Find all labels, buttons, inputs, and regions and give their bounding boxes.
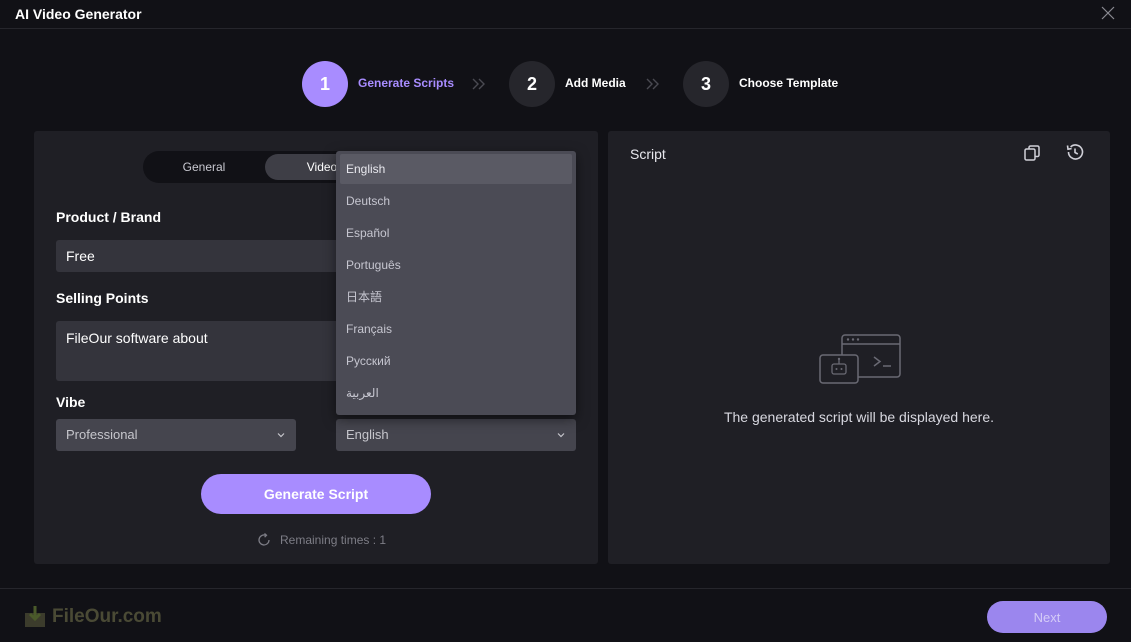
language-select[interactable]: English [336, 419, 576, 451]
watermark: FileOur.com [22, 604, 162, 630]
language-option-arabic[interactable]: العربية [340, 378, 572, 408]
chevron-down-icon [557, 433, 565, 438]
step-3-circle: 3 [683, 61, 729, 107]
remaining-times: Remaining times : 1 [256, 532, 386, 548]
close-button[interactable] [1099, 4, 1117, 22]
chevron-down-icon [277, 433, 285, 438]
watermark-text: FileOur.com [52, 606, 162, 627]
language-option-russian[interactable]: Русский [340, 346, 572, 376]
step-2-circle: 2 [509, 61, 555, 107]
selling-points-input[interactable]: FileOur software about [56, 321, 356, 381]
step-1-circle: 1 [302, 61, 348, 107]
history-button[interactable] [1064, 141, 1086, 163]
next-button[interactable]: Next [987, 601, 1107, 633]
product-brand-label: Product / Brand [56, 209, 162, 225]
vibe-select[interactable]: Professional [56, 419, 296, 451]
script-preview-panel: Script The generated script will be disp… [608, 131, 1110, 564]
copy-button[interactable] [1022, 143, 1042, 163]
language-select-value: English [346, 427, 389, 442]
footer-bar: FileOur.com Next [0, 588, 1131, 642]
title-bar: AI Video Generator [0, 0, 1131, 29]
language-option-portugues[interactable]: Português [340, 250, 572, 280]
step-1-label: Generate Scripts [358, 76, 455, 90]
language-option-deutsch[interactable]: Deutsch [340, 186, 572, 216]
close-icon [1101, 6, 1115, 20]
language-dropdown: English Deutsch Español Português 日本語 Fr… [336, 151, 576, 415]
selling-points-label: Selling Points [56, 290, 149, 306]
script-title: Script [630, 146, 666, 162]
language-option-english[interactable]: English [340, 154, 572, 184]
step-2-label: Add Media [565, 76, 626, 90]
vibe-select-value: Professional [66, 427, 138, 442]
step-3-label: Choose Template [739, 76, 839, 90]
generate-script-button[interactable]: Generate Script [201, 474, 431, 514]
remaining-times-text: Remaining times : 1 [280, 533, 387, 547]
copy-icon [1024, 145, 1040, 161]
window-title: AI Video Generator [15, 6, 142, 22]
double-chevron-icon [646, 78, 659, 90]
language-option-japanese[interactable]: 日本語 [340, 282, 572, 312]
product-brand-input[interactable]: Free [56, 240, 356, 272]
history-icon [1066, 144, 1084, 160]
step-indicator: 1 Generate Scripts 2 Add Media 3 Choose … [0, 61, 1131, 107]
refresh-icon [258, 533, 270, 546]
empty-script-message: The generated script will be displayed h… [723, 409, 995, 425]
language-option-espanol[interactable]: Español [340, 218, 572, 248]
script-placeholder-icon [819, 334, 901, 384]
language-option-francais[interactable]: Français [340, 314, 572, 344]
double-chevron-icon [472, 78, 485, 90]
tab-general[interactable]: General [147, 154, 261, 180]
watermark-logo-icon [25, 606, 45, 627]
vibe-label: Vibe [56, 394, 86, 410]
